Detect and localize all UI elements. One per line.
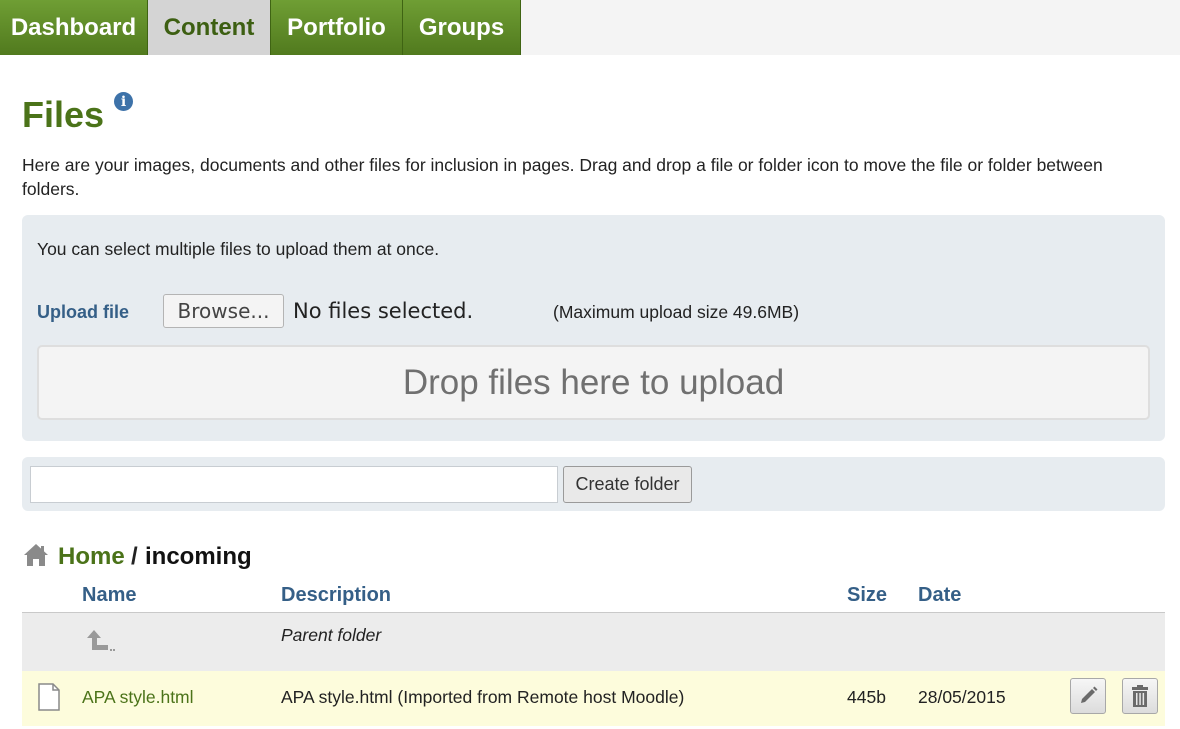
- tab-content[interactable]: Content: [148, 0, 271, 55]
- delete-icon: [1132, 685, 1148, 707]
- edit-icon: [1081, 686, 1098, 703]
- main-nav: Dashboard Content Portfolio Groups: [0, 0, 1180, 55]
- max-upload-size: (Maximum upload size 49.6MB): [553, 302, 800, 322]
- breadcrumb-separator: /: [131, 543, 138, 570]
- page-intro: Here are your images, documents and othe…: [22, 155, 1103, 199]
- upload-dropzone[interactable]: Drop files here to upload: [37, 345, 1150, 420]
- parent-folder-label: Parent folder: [281, 625, 382, 645]
- table-row-parent-folder[interactable]: [22, 613, 1165, 671]
- file-date: 28/05/2015: [918, 687, 1006, 707]
- breadcrumb-current: incoming: [145, 543, 252, 570]
- upload-file-label: Upload file: [37, 302, 130, 322]
- tab-portfolio[interactable]: Portfolio: [271, 0, 403, 55]
- home-icon[interactable]: [22, 540, 50, 568]
- file-size: 445b: [847, 687, 886, 707]
- browse-button[interactable]: Browse...: [163, 294, 284, 328]
- breadcrumb-home[interactable]: Home: [58, 543, 125, 571]
- file-selection-status: No files selected.: [293, 299, 474, 323]
- delete-button[interactable]: [1122, 678, 1158, 714]
- column-header-description: Description: [281, 584, 392, 606]
- info-icon[interactable]: i: [114, 92, 133, 111]
- folder-name-input[interactable]: [30, 466, 558, 503]
- tab-dashboard[interactable]: Dashboard: [0, 0, 148, 55]
- create-folder-button[interactable]: Create folder: [563, 466, 692, 503]
- upload-hint: You can select multiple files to upload …: [37, 239, 440, 259]
- column-header-size: Size: [847, 584, 888, 606]
- file-icon: [38, 683, 60, 711]
- file-name-link[interactable]: APA style.html: [82, 687, 194, 708]
- edit-button[interactable]: [1070, 678, 1106, 714]
- column-header-date: Date: [918, 584, 962, 606]
- page-title: Files: [22, 94, 105, 135]
- tab-groups[interactable]: Groups: [403, 0, 521, 55]
- parent-folder-icon[interactable]: [86, 628, 116, 656]
- file-description: APA style.html (Imported from Remote hos…: [281, 687, 685, 707]
- column-header-name[interactable]: Name: [82, 584, 136, 607]
